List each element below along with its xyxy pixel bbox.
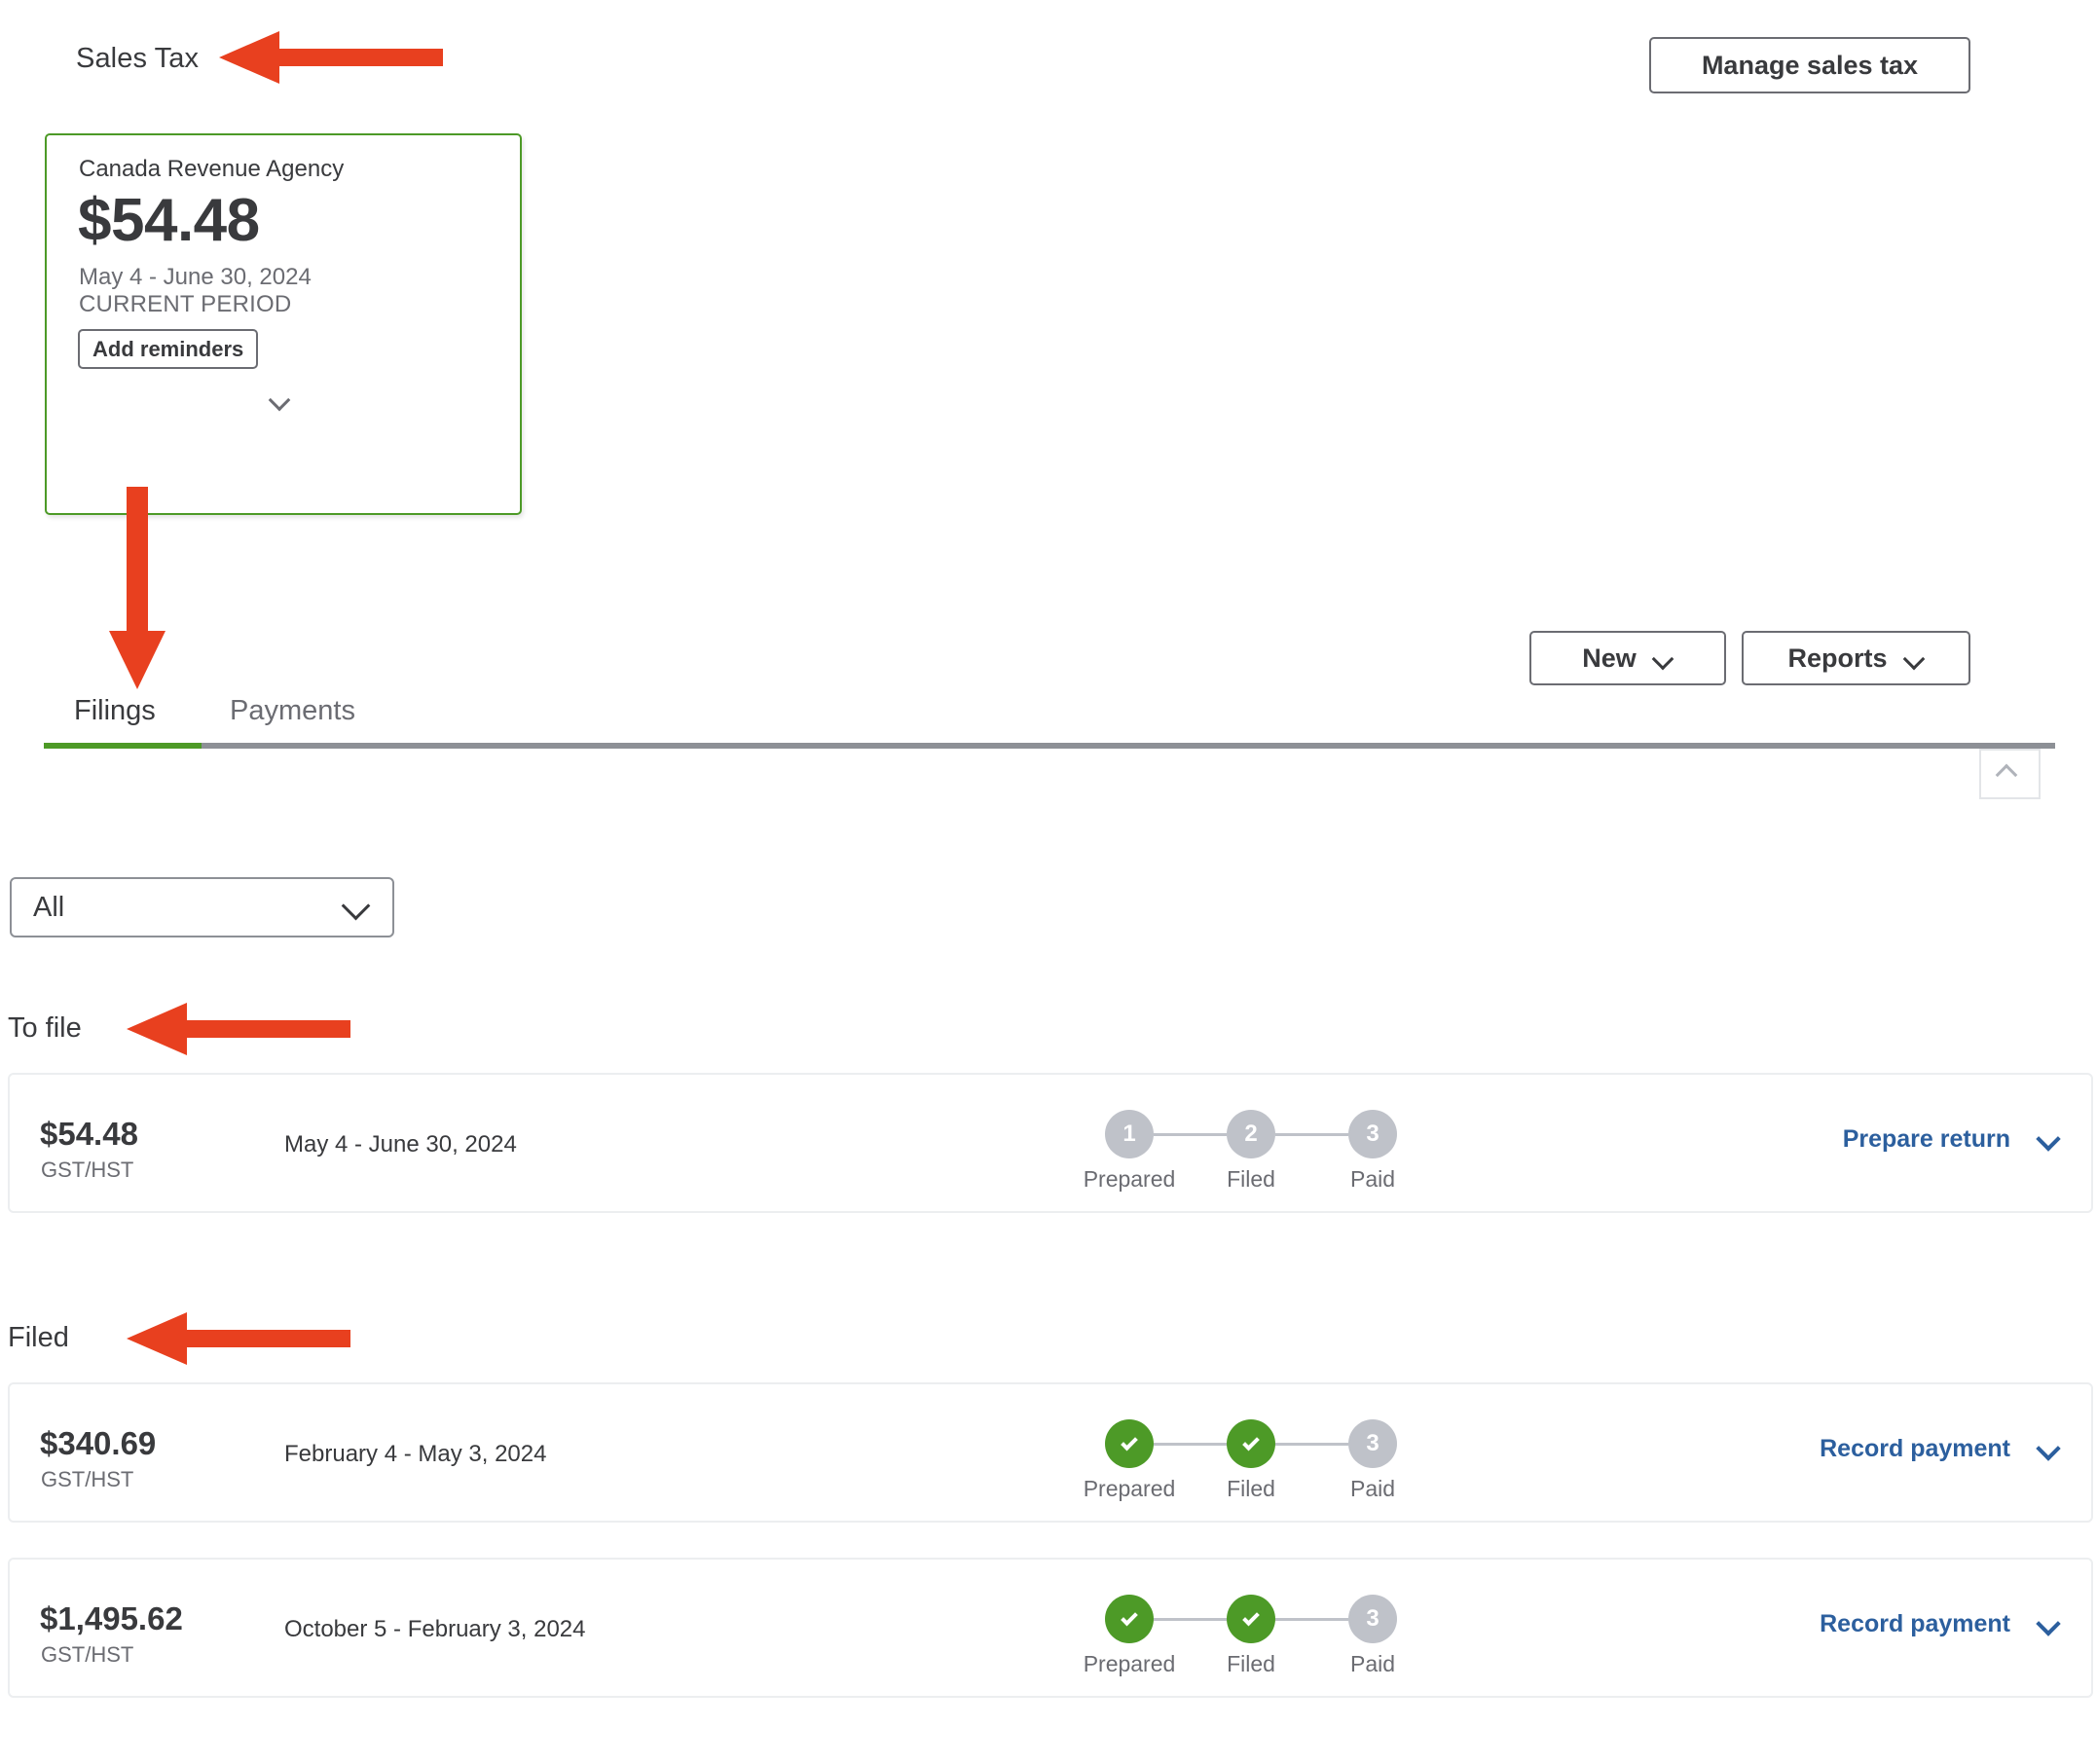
section-title-filed: Filed: [8, 1322, 69, 1353]
table-row[interactable]: $54.48 GST/HST May 4 - June 30, 2024 1 P…: [8, 1073, 2093, 1213]
check-icon: [1242, 1608, 1260, 1626]
tab-underline: [44, 743, 2055, 749]
tab-active-indicator: [44, 743, 202, 749]
chevron-down-icon: [342, 893, 371, 922]
filing-amount: $1,495.62: [40, 1600, 183, 1636]
section-title-to-file: To file: [8, 1012, 82, 1044]
step-label: Paid: [1349, 1651, 1396, 1676]
filing-action[interactable]: Record payment: [1820, 1610, 2061, 1638]
filing-action-label: Prepare return: [1842, 1125, 2010, 1153]
step-label: Filed: [1227, 1476, 1275, 1501]
step-filed: 2 Filed: [1227, 1110, 1275, 1192]
manage-sales-tax-button[interactable]: Manage sales tax: [1649, 37, 1970, 93]
chevron-down-icon[interactable]: [2036, 1437, 2061, 1462]
filter-select[interactable]: All: [10, 877, 394, 937]
filing-tax-type: GST/HST: [41, 1642, 134, 1667]
filing-period: May 4 - June 30, 2024: [284, 1131, 517, 1158]
filing-period: February 4 - May 3, 2024: [284, 1441, 547, 1467]
new-button[interactable]: New: [1529, 631, 1726, 685]
arrow-from-card-to-filings-tab: [109, 487, 166, 689]
step-connector: [1154, 1618, 1227, 1621]
step-circle: [1227, 1419, 1275, 1468]
step-connector: [1154, 1443, 1227, 1446]
agency-amount: $54.48: [78, 187, 260, 254]
step-prepared: 1 Prepared: [1084, 1110, 1175, 1192]
table-row[interactable]: $1,495.62 GST/HST October 5 - February 3…: [8, 1558, 2093, 1698]
new-button-label: New: [1582, 643, 1637, 673]
chevron-up-icon: [1996, 759, 2025, 789]
filing-tax-type: GST/HST: [41, 1467, 134, 1491]
step-circle: 1: [1105, 1110, 1154, 1158]
step-connector: [1275, 1618, 1348, 1621]
page-title: Sales Tax: [76, 43, 200, 74]
chevron-down-icon: [1652, 647, 1674, 669]
step-label: Paid: [1349, 1476, 1396, 1501]
step-label: Prepared: [1083, 1166, 1176, 1192]
add-reminders-button[interactable]: Add reminders: [78, 329, 259, 369]
chevron-down-icon[interactable]: [2036, 1127, 2061, 1153]
step-circle: [1105, 1419, 1154, 1468]
filing-action-label: Record payment: [1820, 1610, 2010, 1637]
step-connector: [1275, 1443, 1348, 1446]
step-filed: Filed: [1227, 1595, 1275, 1676]
filing-action[interactable]: Prepare return: [1843, 1125, 2061, 1154]
filing-amount: $54.48: [40, 1116, 138, 1152]
agency-summary-card[interactable]: Canada Revenue Agency $54.48 May 4 - Jun…: [45, 133, 522, 515]
step-circle: 3: [1348, 1419, 1397, 1468]
chevron-down-icon[interactable]: [2036, 1612, 2061, 1637]
agency-name: Canada Revenue Agency: [79, 156, 345, 182]
step-circle: 3: [1348, 1595, 1397, 1643]
check-icon: [1121, 1433, 1138, 1451]
step-label: Prepared: [1083, 1651, 1176, 1676]
tab-payments[interactable]: Payments: [230, 695, 355, 727]
chevron-down-icon: [269, 388, 298, 418]
arrow-to-sales-tax-title: [219, 31, 443, 84]
agency-period: May 4 - June 30, 2024: [79, 264, 312, 290]
filing-tax-type: GST/HST: [41, 1158, 134, 1182]
step-circle: 3: [1348, 1110, 1397, 1158]
step-paid: 3 Paid: [1348, 1110, 1397, 1192]
filing-action-label: Record payment: [1820, 1435, 2010, 1462]
filing-progress-stepper: Prepared Filed 3 Paid: [1084, 1595, 1397, 1687]
filing-amount: $340.69: [40, 1425, 157, 1461]
collapse-panel-toggle[interactable]: [1979, 749, 2041, 799]
filing-action[interactable]: Record payment: [1820, 1435, 2061, 1463]
chevron-down-icon: [1903, 647, 1925, 669]
agency-period-label: CURRENT PERIOD: [79, 291, 292, 317]
step-prepared: Prepared: [1084, 1419, 1175, 1501]
filter-select-value: All: [33, 891, 65, 923]
filing-progress-stepper: 1 Prepared 2 Filed 3 Paid: [1084, 1110, 1397, 1202]
step-prepared: Prepared: [1084, 1595, 1175, 1676]
reports-button-label: Reports: [1787, 643, 1888, 673]
filing-period: October 5 - February 3, 2024: [284, 1616, 586, 1642]
filing-progress-stepper: Prepared Filed 3 Paid: [1084, 1419, 1397, 1512]
step-paid: 3 Paid: [1348, 1595, 1397, 1676]
arrow-to-to-file-heading: [127, 1003, 350, 1055]
step-circle: [1105, 1595, 1154, 1643]
check-icon: [1121, 1608, 1138, 1626]
step-connector: [1154, 1133, 1227, 1136]
step-label: Prepared: [1083, 1476, 1176, 1501]
arrow-to-filed-heading: [127, 1312, 350, 1365]
step-label: Paid: [1349, 1166, 1396, 1192]
step-filed: Filed: [1227, 1419, 1275, 1501]
step-paid: 3 Paid: [1348, 1419, 1397, 1501]
step-label: Filed: [1227, 1651, 1275, 1676]
step-label: Filed: [1227, 1166, 1275, 1192]
reports-button[interactable]: Reports: [1742, 631, 1970, 685]
check-icon: [1242, 1433, 1260, 1451]
agency-card-expand-toggle[interactable]: [47, 388, 520, 418]
tab-filings[interactable]: Filings: [74, 695, 156, 727]
step-circle: [1227, 1595, 1275, 1643]
step-circle: 2: [1227, 1110, 1275, 1158]
step-connector: [1275, 1133, 1348, 1136]
table-row[interactable]: $340.69 GST/HST February 4 - May 3, 2024…: [8, 1382, 2093, 1523]
